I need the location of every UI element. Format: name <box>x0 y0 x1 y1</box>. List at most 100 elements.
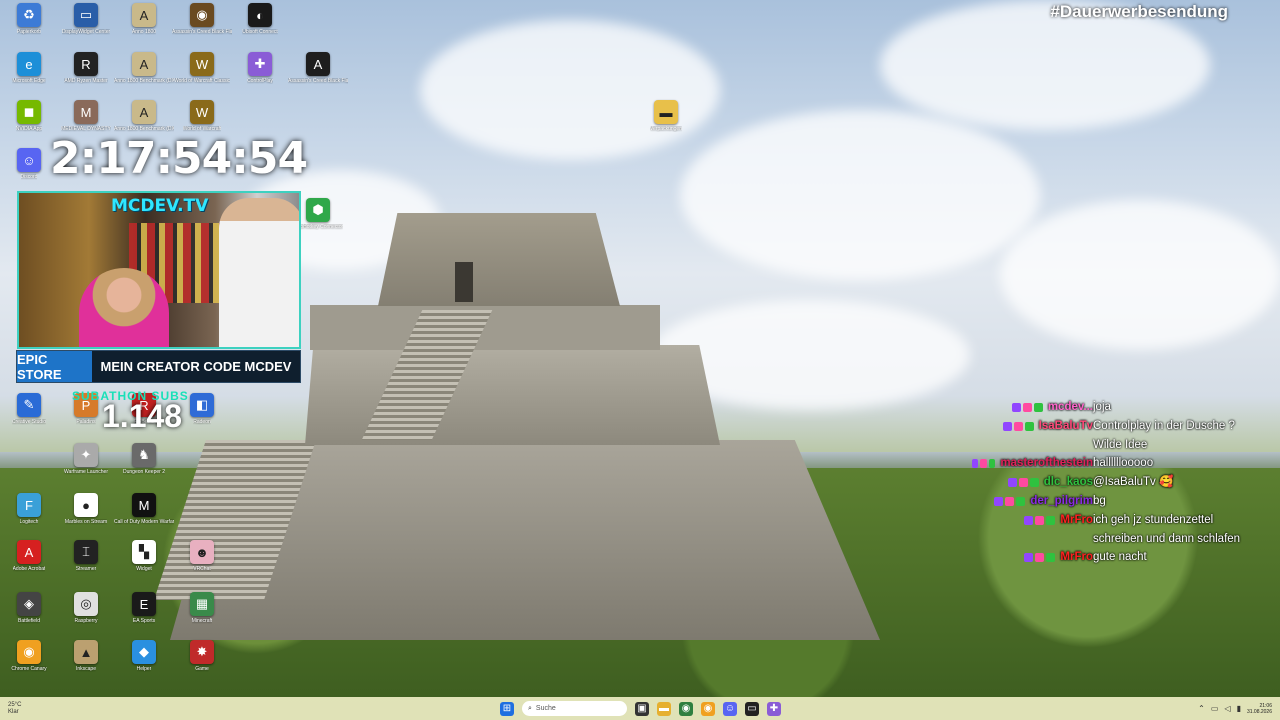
desktop-icon[interactable]: A Assassin's Creed Black Flag Resynced <box>288 52 348 98</box>
cod-icon: M <box>132 493 156 517</box>
desktop-icon-label: DisplayWidget Center <box>61 29 111 35</box>
start-button[interactable]: ⊞ <box>500 701 514 716</box>
desktop-icon[interactable]: F Logitech <box>1 493 57 539</box>
hashtag-overlay: #Dauerwerbesendung <box>1050 2 1228 21</box>
chat-username: MrFro <box>1060 551 1093 564</box>
clock[interactable]: 21:06 31.08.2026 <box>1247 703 1272 715</box>
desktop-icon-label: Assassin's Creed Black Flag Legacy <box>172 29 232 35</box>
desktop-icon[interactable]: A Anno 1800 Benchmark (DX11) <box>114 52 174 98</box>
chat-message: schreiben und dann schlafen <box>972 530 1272 549</box>
chat-message: masterofthestein hallllllooooo <box>972 454 1272 473</box>
chat-user-area: MrFro <box>972 548 1093 567</box>
search-placeholder: Suche <box>535 705 556 712</box>
wow-icon: W <box>190 100 214 124</box>
desktop-icon[interactable]: ◆ Helper <box>116 640 172 686</box>
desktop-icon[interactable]: A Anno 1800 <box>116 3 172 49</box>
desktop-icon[interactable]: ▲ Inkscape <box>58 640 114 686</box>
desktop-icon[interactable]: ☻ VRChat <box>174 540 230 586</box>
weather-widget[interactable]: 25°C Klar <box>8 702 21 716</box>
wow-classic-icon: W <box>190 52 214 76</box>
chrome-canary-icon: ◉ <box>17 640 41 664</box>
desktop-icon[interactable]: ◼ NVIDIA App <box>1 100 57 146</box>
battery-icon[interactable]: ▮ <box>1237 704 1241 713</box>
chat-message: dlc_kaos @IsaBaluTv 🥰 <box>972 473 1272 492</box>
desktop-icon[interactable]: e Microsoft Edge <box>1 52 57 98</box>
chat-username: MrFro <box>1060 513 1093 526</box>
game-icon: ✸ <box>190 640 214 664</box>
clock-date: 31.08.2026 <box>1246 708 1272 715</box>
task-view-icon[interactable]: ▣ <box>635 701 649 716</box>
chat-text: Wilde Idee <box>1093 438 1148 451</box>
desktop-icon-label: Raspberry <box>74 618 98 624</box>
taskbar-search[interactable]: ⌕ Suche <box>522 701 627 716</box>
chrome-canary-taskbar-icon[interactable]: ◉ <box>701 701 715 716</box>
desktop-icon[interactable]: ▬ Verpackungen <box>638 100 694 146</box>
desktop-icon[interactable]: ▦ Minecraft <box>174 592 230 638</box>
chat-user-area <box>972 530 1093 549</box>
chat-badge-icon <box>988 459 996 469</box>
desktop-icon[interactable]: ◐ Ubisoft Connect <box>232 3 288 49</box>
desktop-icon-label: Widget <box>136 566 152 572</box>
chat-badge-icon <box>1024 515 1034 525</box>
warframe-icon: ✦ <box>74 443 98 467</box>
desktop-icon[interactable]: ◎ Raspberry <box>58 592 114 638</box>
desktop-icon[interactable]: ✦ Warframe Launcher <box>58 443 114 489</box>
desktop-icon[interactable]: ♻ Papierkorb <box>1 3 57 49</box>
desktop-icon[interactable]: ● Marbles on Stream <box>58 493 114 539</box>
radeon-icon: ◧ <box>190 393 214 417</box>
terminal-icon[interactable]: ▭ <box>745 701 759 716</box>
network-icon[interactable]: ▭ <box>1211 704 1219 713</box>
minecraft-icon: ▦ <box>190 592 214 616</box>
desktop-icon-label: Warframe Launcher <box>64 469 108 475</box>
desktop-icon[interactable]: ◉ Assassin's Creed Black Flag Legacy <box>172 3 232 49</box>
desktop-icon[interactable]: E EA Sports <box>116 592 172 638</box>
desktop-icon[interactable]: A Adobe Acrobat <box>1 540 57 586</box>
nvidia-icon: ◼ <box>17 100 41 124</box>
chat-username: mcdev... <box>1047 401 1093 413</box>
desktop-icon-label: Chrome Canary <box>11 666 47 672</box>
desktop-icon[interactable]: M Call of Duty Modern Warfare <box>114 493 174 539</box>
chat-text: schreiben und dann schlafen <box>1093 532 1241 545</box>
desktop-icon[interactable]: ◈ Battlefield <box>1 592 57 638</box>
desktop-icon[interactable]: ◉ Chrome Canary <box>1 640 57 686</box>
desktop-icon-label: Minecraft <box>191 618 213 624</box>
streamer-icon: ⌶ <box>74 540 98 564</box>
tray-chevron-icon[interactable]: ⌃ <box>1198 704 1205 713</box>
desktop-icon-label: Assassin's Creed Black Flag Resynced <box>288 78 348 84</box>
chat-user-area: der_pilgrim <box>972 492 1093 511</box>
chat-badge-icon <box>1016 496 1026 506</box>
chat-text: @IsaBaluTv 🥰 <box>1093 476 1174 489</box>
controlplay-taskbar-icon[interactable]: ✚ <box>767 701 781 716</box>
discord-taskbar-icon[interactable]: ☺ <box>723 701 737 716</box>
desktop-icon[interactable]: ✸ Game <box>174 640 230 686</box>
chat-user-area: IsaBaluTv <box>972 417 1093 436</box>
volume-icon[interactable]: ◁ <box>1224 704 1230 713</box>
epic-store-logo: EPIC STORE <box>17 351 92 382</box>
desktop-icon[interactable]: R AMD Ryzen Master <box>58 52 114 98</box>
desktop-icon[interactable]: ▭ DisplayWidget Center <box>58 3 114 49</box>
streamer-person <box>79 268 169 347</box>
desktop-icon-label: World of Warcraft Classic <box>173 78 231 84</box>
ea-icon: E <box>132 592 156 616</box>
discord-icon: ☺ <box>17 148 41 172</box>
desktop-icon-label: VRChat <box>193 566 211 572</box>
chat-message: MrFro gute nacht <box>972 548 1272 567</box>
controlplay-icon: ✚ <box>248 52 272 76</box>
chat-text: Controlplay in der Dusche ? <box>1093 419 1235 432</box>
chat-user-area <box>972 436 1093 455</box>
desktop-icon[interactable]: ♞ Dungeon Keeper 2 <box>116 443 172 489</box>
chat-badge-icon <box>1046 515 1056 525</box>
file-explorer-icon[interactable]: ▬ <box>657 701 671 716</box>
display-widget-icon: ▭ <box>74 3 98 27</box>
weather-temp: 25°C <box>8 701 22 708</box>
vtuber-icon: ☻ <box>190 540 214 564</box>
desktop-icon[interactable]: W World of Warcraft Classic <box>174 52 230 98</box>
desktop-icon[interactable]: ✎ Creative Studio <box>1 393 57 439</box>
desktop-icon[interactable]: ⌶ Streamer <box>58 540 114 586</box>
chat-badge-icon <box>1011 402 1021 412</box>
desktop-icon[interactable]: ✚ ControlPlay <box>232 52 288 98</box>
chat-badge-icon <box>1029 478 1039 488</box>
desktop-icon[interactable]: ▚ Widget <box>116 540 172 586</box>
chrome-icon[interactable]: ◉ <box>679 701 693 716</box>
desktop-icon[interactable]: ☺ Discord <box>1 148 57 194</box>
